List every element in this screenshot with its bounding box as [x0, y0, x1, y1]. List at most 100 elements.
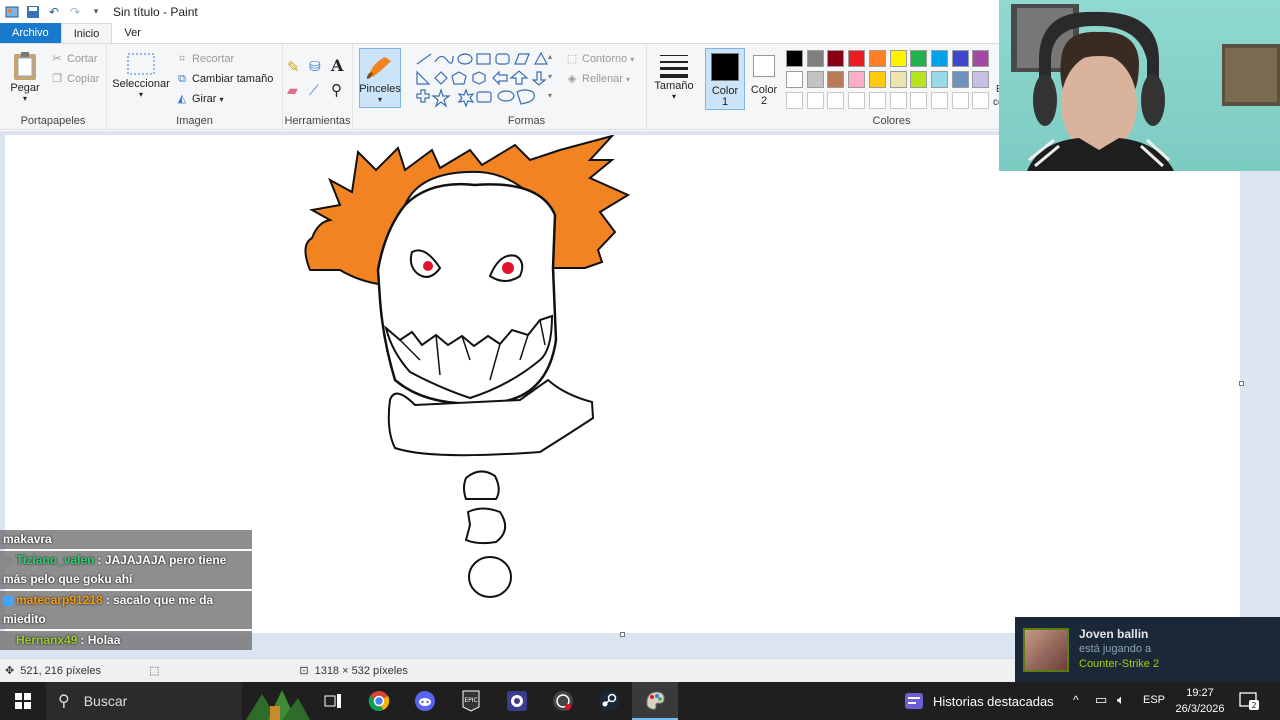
chat-username[interactable]: matecarp91218: [16, 593, 103, 607]
clock[interactable]: 19:27 26/3/2026: [1172, 685, 1228, 717]
eraser-icon[interactable]: ▰: [287, 82, 298, 99]
tab-home[interactable]: Inicio: [60, 23, 113, 43]
palette-color-swatch[interactable]: [889, 92, 907, 109]
resize-button[interactable]: ⧉ Cambiar tamaño: [175, 72, 273, 86]
language-indicator[interactable]: ESP: [1143, 694, 1165, 706]
palette-color-swatch[interactable]: [806, 71, 824, 88]
friend-avatar: [1023, 627, 1069, 672]
steam-icon[interactable]: [586, 682, 632, 720]
color2-button[interactable]: Color 2: [745, 48, 783, 110]
palette-color-swatch[interactable]: [868, 50, 886, 67]
palette-color-swatch[interactable]: [868, 92, 886, 109]
palette-color-swatch[interactable]: [827, 71, 845, 88]
palette-color-swatch[interactable]: [889, 71, 907, 88]
palette-color-swatch[interactable]: [951, 92, 969, 109]
chat-username[interactable]: Tiziano_valen: [16, 553, 94, 567]
paint-taskbar-icon[interactable]: [632, 682, 678, 720]
palette-color-swatch[interactable]: [910, 71, 928, 88]
search-highlight-icon[interactable]: [242, 682, 310, 720]
shapes-gallery[interactable]: [413, 50, 565, 110]
fill-bucket-icon[interactable]: ⛁: [309, 58, 321, 75]
taskbar-search[interactable]: ⚲ Buscar: [46, 682, 242, 720]
quick-access-dropdown-icon[interactable]: ▾: [87, 3, 105, 21]
steam-notification[interactable]: Joven ballin está jugando a Counter-Stri…: [1015, 617, 1280, 682]
palette-color-swatch[interactable]: [930, 92, 948, 109]
drawing-right-eye-pupil: [502, 262, 514, 274]
palette-color-swatch[interactable]: [827, 92, 845, 109]
undo-icon[interactable]: ↶: [45, 3, 63, 21]
fill-button[interactable]: ◈ Rellenar ▾: [565, 72, 630, 86]
palette-color-swatch[interactable]: [806, 50, 824, 67]
size-group: Tamaño ▾: [647, 44, 701, 130]
size-button[interactable]: Tamaño ▾: [653, 52, 695, 101]
magnifier-icon[interactable]: ⚲: [331, 81, 342, 99]
palette-color-swatch[interactable]: [930, 50, 948, 67]
discord-icon[interactable]: [402, 682, 448, 720]
select-button[interactable]: Seleccionar ▾: [112, 52, 170, 99]
palette-color-swatch[interactable]: [951, 50, 969, 67]
palette-color-swatch[interactable]: [786, 92, 803, 109]
shapes-expand-icon[interactable]: ▾: [548, 91, 552, 100]
task-view-icon[interactable]: [310, 682, 356, 720]
palette-color-swatch[interactable]: [848, 50, 866, 67]
shapes-scroll-down-icon[interactable]: ▾: [548, 72, 552, 81]
chat-message: Hernanx49: Holaa: [0, 631, 252, 650]
canvas-resize-handle-right[interactable]: [1239, 381, 1244, 386]
palette-color-swatch[interactable]: [848, 71, 866, 88]
chat-text: : Holaa: [80, 633, 121, 647]
chat-username[interactable]: Hernanx49: [16, 633, 77, 647]
news-widget[interactable]: Historias destacadas: [903, 682, 1054, 720]
tray-chevron-up-icon[interactable]: ^: [1073, 693, 1079, 707]
redo-icon[interactable]: ↷: [66, 3, 84, 21]
color1-button[interactable]: Color 1: [705, 48, 745, 110]
epic-games-icon[interactable]: EPIC: [448, 682, 494, 720]
palette-color-swatch[interactable]: [868, 71, 886, 88]
notifications-icon[interactable]: 2: [1238, 691, 1260, 711]
start-button[interactable]: [0, 682, 46, 720]
tab-file[interactable]: Archivo: [0, 23, 61, 43]
outline-icon: ⬚: [566, 53, 578, 65]
palette-color-swatch[interactable]: [910, 50, 928, 67]
resize-icon: ⧉: [178, 73, 186, 85]
text-tool-icon[interactable]: A: [331, 56, 343, 75]
chat-message: makavra: [0, 530, 252, 549]
chat-username[interactable]: makavra: [3, 532, 52, 546]
palette-color-swatch[interactable]: [930, 71, 948, 88]
crop-button[interactable]: ⌗ Recortar: [175, 52, 234, 66]
palette-color-swatch[interactable]: [972, 50, 990, 67]
tab-view[interactable]: Ver: [112, 23, 153, 43]
copy-button[interactable]: ❐ Copiar: [50, 72, 99, 86]
paste-button[interactable]: Pegar ▾: [8, 50, 42, 103]
save-icon[interactable]: [24, 3, 42, 21]
canvas-resize-handle-bottom[interactable]: [620, 632, 625, 637]
shapes-group: ▴ ▾ ▾ ⬚ Contorno ▾ ◈ Rellenar ▾ Formas: [407, 44, 647, 130]
news-icon: [905, 693, 923, 709]
palette-color-swatch[interactable]: [972, 92, 990, 109]
cut-button[interactable]: ✂ Cortar: [50, 52, 97, 66]
brushes-button[interactable]: Pinceles ▾: [359, 48, 401, 108]
taskbar: ⚲ Buscar EPIC Historias destacadas ^ ▭ 🔈…: [0, 682, 1280, 720]
shapes-scroll-up-icon[interactable]: ▴: [548, 52, 552, 61]
palette-color-swatch[interactable]: [972, 71, 990, 88]
palette-color-swatch[interactable]: [848, 92, 866, 109]
chrome-icon[interactable]: [356, 682, 402, 720]
chevron-down-icon: ▾: [630, 54, 635, 64]
select-label: Seleccionar: [112, 78, 170, 90]
palette-color-swatch[interactable]: [827, 50, 845, 67]
outline-button[interactable]: ⬚ Contorno ▾: [565, 52, 634, 66]
obs-icon[interactable]: [494, 682, 540, 720]
network-icon[interactable]: ▭: [1095, 692, 1107, 708]
github-desktop-icon[interactable]: [540, 682, 586, 720]
palette-color-swatch[interactable]: [806, 92, 824, 109]
webcam-feed: [999, 0, 1280, 171]
palette-color-swatch[interactable]: [786, 71, 803, 88]
color-picker-icon[interactable]: ⟋: [309, 82, 319, 99]
palette-color-swatch[interactable]: [951, 71, 969, 88]
volume-icon[interactable]: 🔈︎: [1117, 692, 1125, 708]
palette-color-swatch[interactable]: [786, 50, 803, 67]
pencil-icon[interactable]: ✎: [287, 58, 300, 76]
palette-color-swatch[interactable]: [889, 50, 907, 67]
palette-color-swatch[interactable]: [910, 92, 928, 109]
image-group: Seleccionar ▾ ⌗ Recortar ⧉ Cambiar tamañ…: [107, 44, 283, 130]
rotate-button[interactable]: ◭ Girar ▾: [175, 92, 224, 106]
